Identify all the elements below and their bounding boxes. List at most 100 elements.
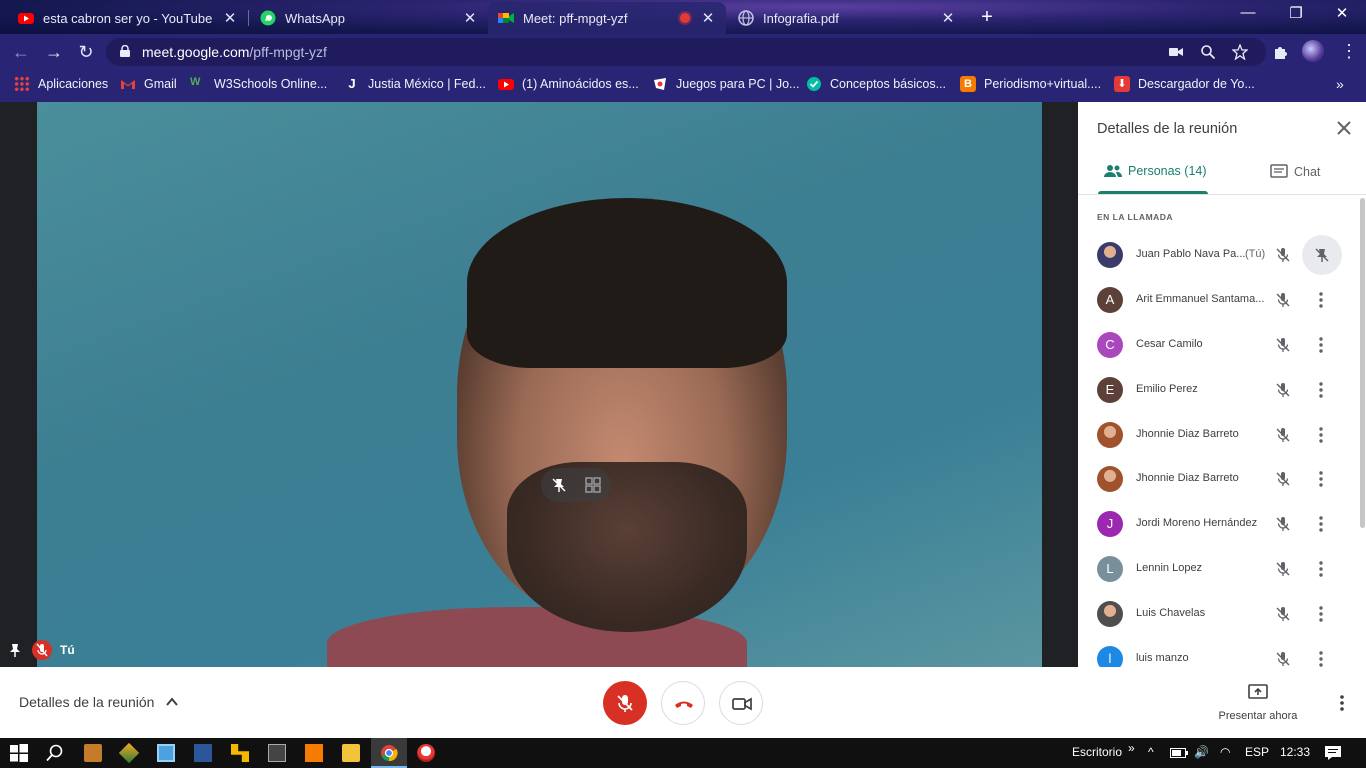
app-icon-4[interactable] bbox=[194, 744, 212, 762]
windows-start-icon[interactable] bbox=[10, 744, 28, 762]
show-hidden-icons-icon[interactable]: ^ bbox=[1148, 745, 1154, 759]
more-options-icon[interactable] bbox=[1313, 604, 1329, 624]
chrome-menu-icon[interactable]: ⋮ bbox=[1340, 41, 1358, 61]
participant-row[interactable]: Jhonnie Diaz Barreto bbox=[1078, 457, 1358, 502]
bookmark-gmail[interactable]: Gmail bbox=[120, 76, 177, 92]
self-video-feed bbox=[37, 102, 1042, 667]
more-options-icon[interactable] bbox=[1313, 559, 1329, 579]
participant-row[interactable]: L Lennin Lopez bbox=[1078, 547, 1358, 592]
file-explorer-icon[interactable] bbox=[342, 744, 360, 762]
app-icon-2[interactable] bbox=[118, 742, 140, 764]
panel-title: Detalles de la reunión bbox=[1097, 121, 1238, 137]
tab-chat[interactable]: Chat bbox=[1270, 164, 1320, 180]
participant-name: Cesar Camilo bbox=[1136, 337, 1203, 350]
app-icon-6[interactable] bbox=[417, 744, 435, 762]
chrome-icon[interactable] bbox=[380, 744, 398, 762]
tab-people[interactable]: Personas (14) bbox=[1104, 164, 1207, 178]
address-bar[interactable]: meet.google.com/pff-mpgt-yzf bbox=[106, 38, 1266, 66]
chevron-up-icon[interactable] bbox=[165, 695, 179, 709]
tab-title: WhatsApp bbox=[285, 10, 345, 26]
close-tab-icon[interactable]: ✕ bbox=[462, 9, 478, 27]
participant-name: Juan Pablo Nava Pa... bbox=[1136, 248, 1246, 260]
wifi-icon[interactable]: ◠ bbox=[1220, 745, 1230, 759]
bookmark-juegos[interactable]: Juegos para PC | Jo... bbox=[652, 76, 799, 92]
bookmark-w3schools[interactable]: W W3Schools Online... bbox=[190, 76, 327, 92]
participant-row[interactable]: A Arit Emmanuel Santama... bbox=[1078, 278, 1358, 323]
participant-row[interactable]: E Emilio Perez bbox=[1078, 368, 1358, 413]
tab-infografia[interactable]: Infografia.pdf ✕ bbox=[728, 2, 966, 34]
volume-icon[interactable]: 🔊 bbox=[1194, 745, 1209, 759]
present-now-button[interactable]: Presentar ahora bbox=[1212, 683, 1304, 722]
participant-row[interactable]: Jhonnie Diaz Barreto bbox=[1078, 413, 1358, 458]
more-options-icon[interactable] bbox=[1313, 514, 1329, 534]
justia-icon: J bbox=[348, 76, 356, 91]
participant-row[interactable]: Luis Chavelas bbox=[1078, 592, 1358, 637]
tab-divider bbox=[248, 10, 249, 26]
cmd-icon[interactable] bbox=[268, 744, 286, 762]
layout-grid-icon[interactable] bbox=[585, 477, 601, 493]
more-options-icon[interactable] bbox=[1313, 469, 1329, 489]
more-options-icon[interactable] bbox=[1313, 425, 1329, 445]
unpin-icon[interactable] bbox=[551, 477, 567, 493]
app-icon-3[interactable] bbox=[157, 744, 175, 762]
app-icon-5[interactable] bbox=[231, 744, 249, 762]
meet-icon bbox=[498, 10, 514, 26]
profile-avatar[interactable] bbox=[1302, 40, 1324, 62]
app-icon-1[interactable] bbox=[84, 744, 102, 762]
tab-meet[interactable]: Meet: pff-mpgt-yzf ✕ bbox=[488, 2, 726, 34]
back-button[interactable]: ← bbox=[10, 41, 32, 63]
more-options-icon[interactable] bbox=[1313, 290, 1329, 310]
extensions-puzzle-icon[interactable] bbox=[1272, 44, 1288, 60]
chat-icon bbox=[1270, 164, 1288, 178]
close-tab-icon[interactable]: ✕ bbox=[940, 9, 956, 27]
bookmark-periodismo[interactable]: B Periodismo+virtual.... bbox=[960, 76, 1101, 92]
more-options-icon[interactable] bbox=[1313, 380, 1329, 400]
apps-grid-icon bbox=[14, 76, 30, 92]
participant-row[interactable]: J Jordi Moreno Hernández bbox=[1078, 502, 1358, 547]
toolbar-chevron-icon[interactable]: » bbox=[1128, 741, 1135, 755]
input-language[interactable]: ESP bbox=[1245, 745, 1269, 759]
mic-off-icon bbox=[1276, 337, 1290, 352]
leave-call-button[interactable] bbox=[661, 681, 705, 725]
tile-overlay-controls[interactable] bbox=[541, 468, 611, 502]
new-tab-button[interactable]: + bbox=[976, 6, 998, 28]
camera-in-use-icon[interactable] bbox=[1168, 44, 1184, 60]
meeting-details-toggle[interactable]: Detalles de la reunión bbox=[19, 694, 154, 710]
participant-row[interactable]: Juan Pablo Nava Pa... (Tú) bbox=[1078, 233, 1358, 278]
close-tab-icon[interactable]: ✕ bbox=[222, 9, 238, 27]
battery-icon[interactable] bbox=[1170, 748, 1188, 758]
w3schools-icon: W bbox=[190, 76, 201, 88]
zoom-icon[interactable] bbox=[1200, 44, 1216, 60]
desktop-toolbar-label[interactable]: Escritorio bbox=[1072, 745, 1122, 759]
bookmark-justia[interactable]: J Justia México | Fed... bbox=[344, 76, 486, 92]
tab-whatsapp[interactable]: WhatsApp ✕ bbox=[250, 2, 488, 34]
more-options-icon[interactable] bbox=[1334, 693, 1350, 713]
minimize-button[interactable]: — bbox=[1228, 4, 1268, 21]
close-icon[interactable] bbox=[1336, 120, 1352, 136]
tab-title: esta cabron ser yo - YouTube bbox=[43, 10, 213, 26]
avatar: C bbox=[1097, 331, 1123, 358]
clock[interactable]: 12:33 bbox=[1280, 745, 1310, 759]
restore-button[interactable]: ❐ bbox=[1276, 4, 1316, 22]
close-tab-icon[interactable]: ✕ bbox=[700, 9, 716, 27]
forward-button[interactable]: → bbox=[43, 41, 65, 63]
participant-scrollbar[interactable] bbox=[1360, 198, 1365, 528]
bookmark-descargador[interactable]: ⬇ Descargador de Yo... bbox=[1114, 76, 1255, 92]
bookmark-apps[interactable]: Aplicaciones bbox=[14, 76, 108, 92]
close-window-button[interactable]: ✕ bbox=[1322, 4, 1362, 22]
sublime-icon[interactable] bbox=[305, 744, 323, 762]
participant-row[interactable]: C Cesar Camilo bbox=[1078, 323, 1358, 368]
notifications-icon[interactable] bbox=[1324, 745, 1342, 761]
search-icon[interactable] bbox=[46, 744, 64, 762]
more-options-icon[interactable] bbox=[1313, 335, 1329, 355]
bookmark-youtube[interactable]: (1) Aminoácidos es... bbox=[498, 76, 639, 92]
mic-toggle-button[interactable] bbox=[603, 681, 647, 725]
reload-button[interactable]: ↻ bbox=[75, 41, 97, 63]
camera-toggle-button[interactable] bbox=[719, 681, 763, 725]
participant-name: Jordi Moreno Hernández bbox=[1136, 517, 1258, 530]
bookmarks-overflow-chevron-icon[interactable]: » bbox=[1336, 76, 1344, 92]
bookmark-star-icon[interactable] bbox=[1232, 44, 1248, 60]
bookmark-conceptos[interactable]: Conceptos básicos... bbox=[806, 76, 946, 92]
tab-youtube[interactable]: esta cabron ser yo - YouTube ✕ bbox=[8, 2, 248, 34]
unpin-button[interactable] bbox=[1302, 235, 1342, 275]
